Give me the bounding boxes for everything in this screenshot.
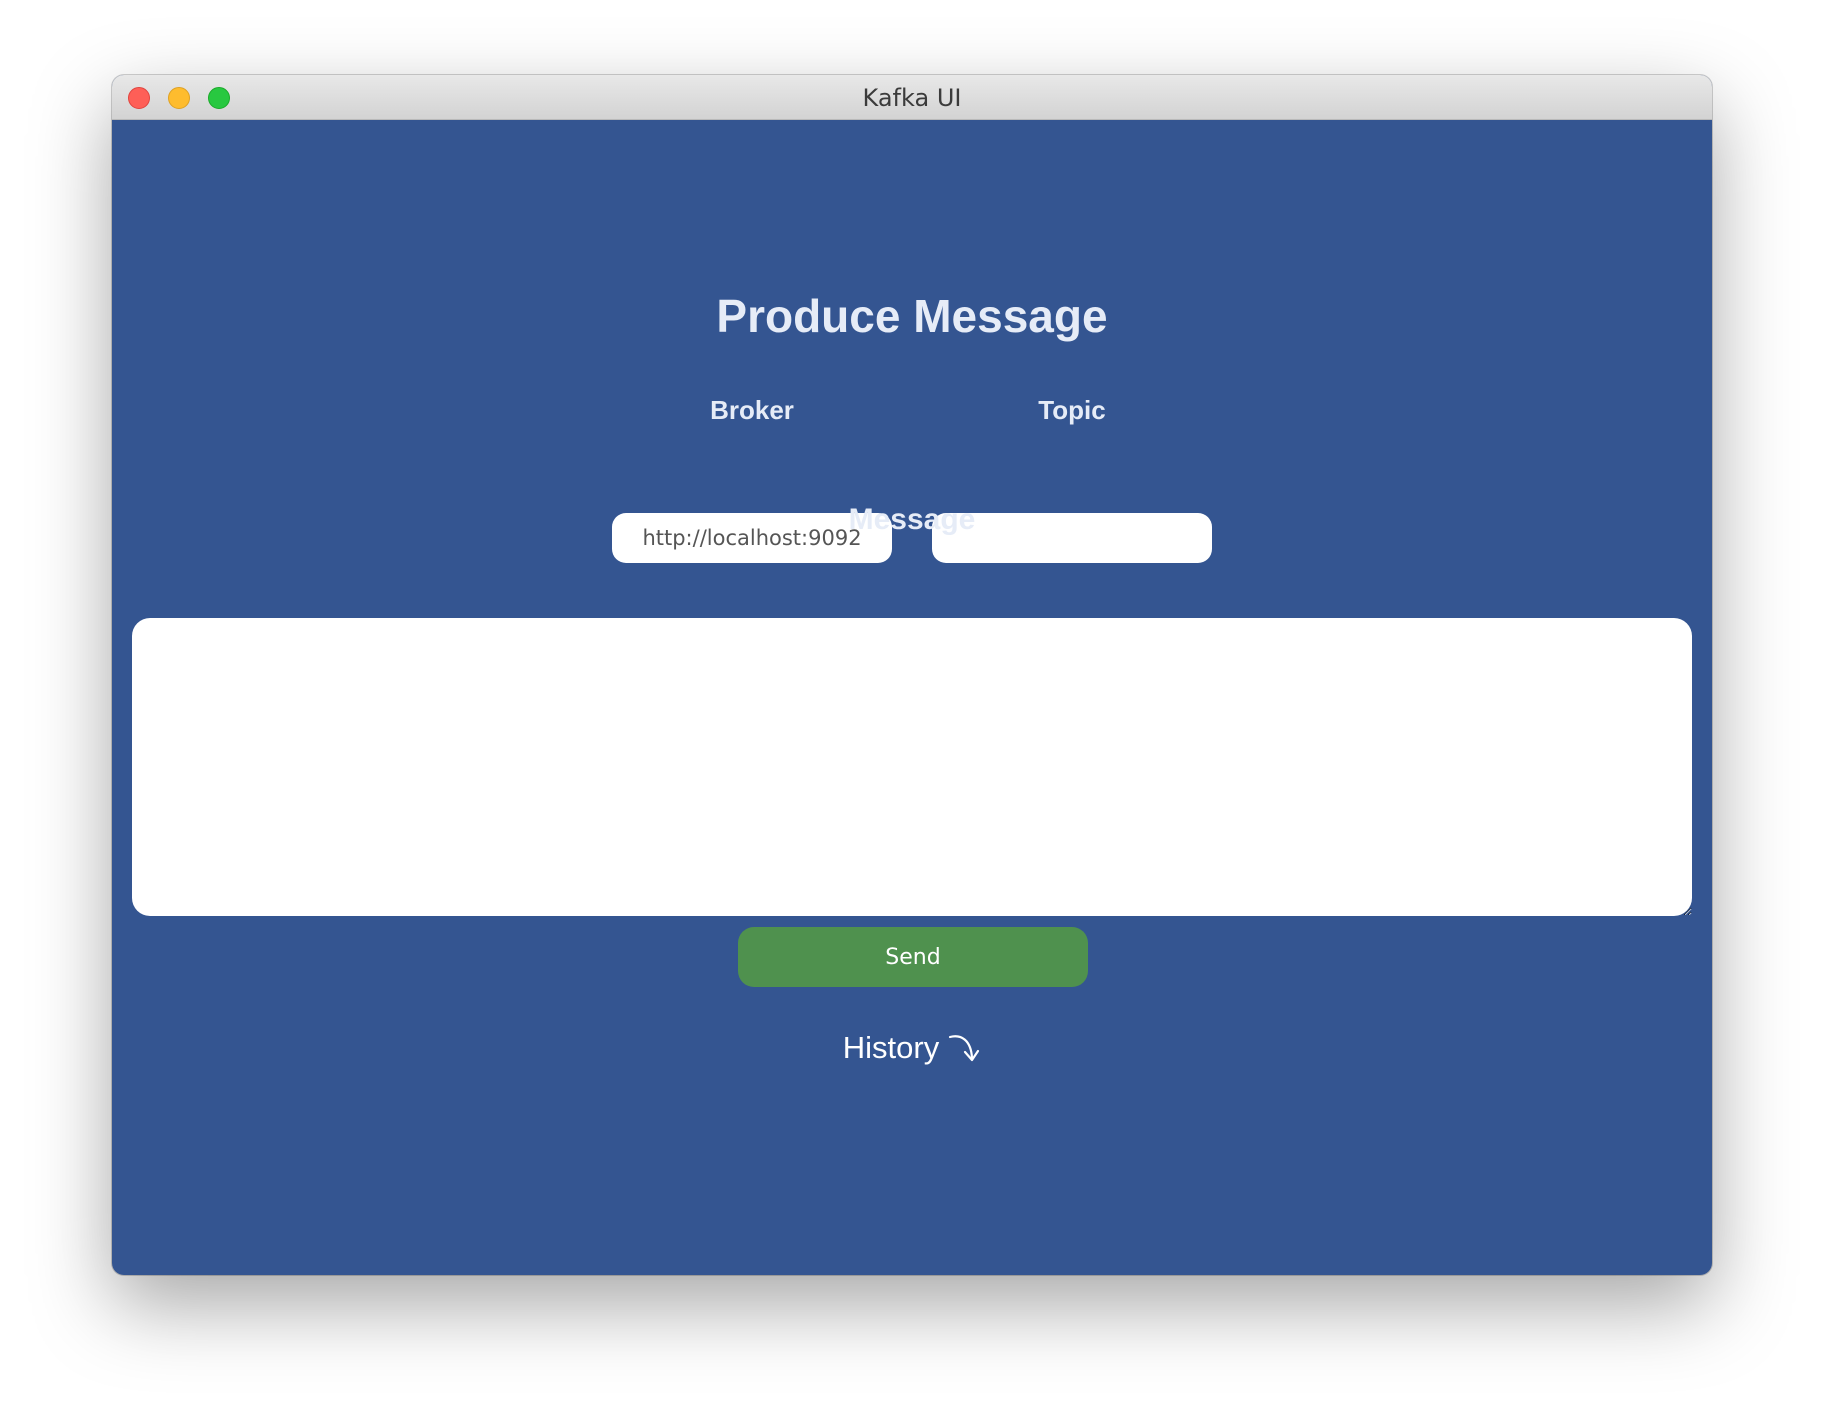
- message-label: Message: [848, 503, 976, 536]
- history-link[interactable]: History: [112, 1028, 1712, 1068]
- window-title: Kafka UI: [862, 84, 962, 112]
- broker-label: Broker: [710, 395, 794, 425]
- produce-form: Produce Message Broker Topic Message Sen…: [112, 119, 1712, 1275]
- topic-label: Topic: [1038, 395, 1106, 425]
- curved-arrow-down-icon: [949, 1035, 980, 1061]
- app-window: Kafka UI Produce Message Broker Topic Me…: [112, 75, 1712, 1275]
- title-bar[interactable]: Kafka UI: [112, 75, 1712, 120]
- send-button[interactable]: Send: [738, 927, 1088, 987]
- page-title: Produce Message: [716, 290, 1108, 342]
- history-label: History: [842, 1029, 940, 1065]
- message-textarea[interactable]: [132, 618, 1692, 916]
